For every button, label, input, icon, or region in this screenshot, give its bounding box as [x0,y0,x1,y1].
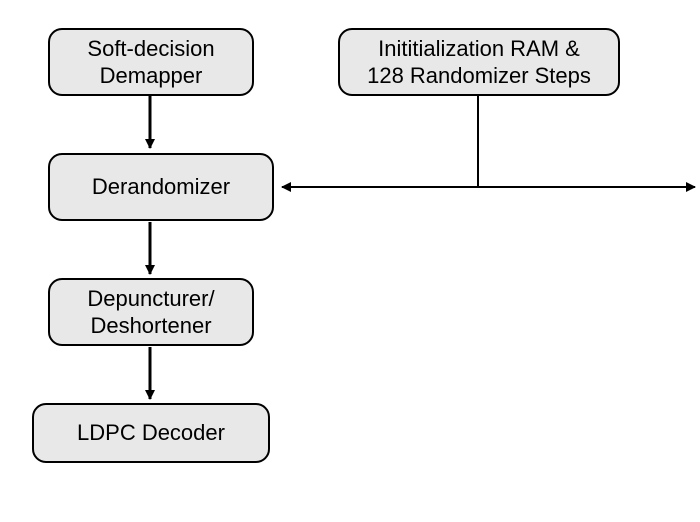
block-label-line2: Demapper [100,63,203,88]
block-label-line2: Deshortener [90,313,211,338]
block-label-line1: Soft-decision [87,36,214,61]
block-label-line1: Inititialization RAM & [378,36,580,61]
block-label-line2: 128 Randomizer Steps [367,63,591,88]
block-label: LDPC Decoder [77,419,225,447]
block-depuncturer-deshortener: Depuncturer/ Deshortener [48,278,254,346]
block-label-line1: Depuncturer/ [87,286,214,311]
block-label: Derandomizer [92,173,230,201]
block-initialization-ram: Inititialization RAM & 128 Randomizer St… [338,28,620,96]
block-derandomizer: Derandomizer [48,153,274,221]
block-soft-decision-demapper: Soft-decision Demapper [48,28,254,96]
block-ldpc-decoder: LDPC Decoder [32,403,270,463]
